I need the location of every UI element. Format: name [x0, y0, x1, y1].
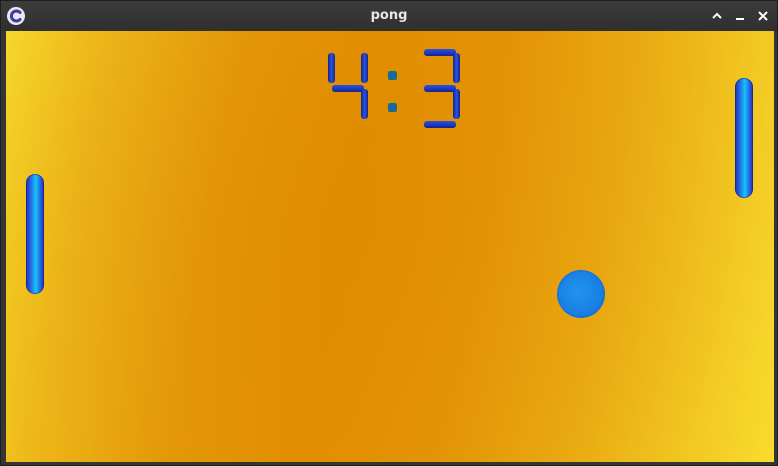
- score-colon: [388, 71, 397, 112]
- left-paddle: [26, 174, 44, 294]
- colon-dot-top: [388, 71, 397, 80]
- digit-segment-b: [361, 53, 368, 83]
- digit-segment-g: [332, 85, 364, 92]
- digit-segment-g: [424, 85, 456, 92]
- digit-segment-c: [453, 89, 460, 119]
- digit-segment-d: [424, 121, 456, 128]
- title-bar[interactable]: pong: [1, 1, 777, 31]
- ball: [557, 270, 605, 318]
- digit-segment-b: [453, 53, 460, 83]
- window-title: pong: [370, 8, 408, 23]
- score-right-digit: [424, 49, 460, 128]
- close-icon[interactable]: [755, 8, 771, 24]
- digit-segment-c: [361, 89, 368, 119]
- colon-dot-bottom: [388, 103, 397, 112]
- scoreboard: [328, 49, 460, 128]
- game-canvas[interactable]: [6, 31, 774, 462]
- right-paddle: [735, 78, 753, 198]
- game-window: pong: [0, 0, 778, 466]
- digit-segment-f: [328, 53, 335, 83]
- maximize-icon[interactable]: [709, 8, 725, 24]
- score-left-digit: [328, 53, 368, 119]
- minimize-icon[interactable]: [732, 8, 748, 24]
- digit-segment-a: [424, 49, 456, 56]
